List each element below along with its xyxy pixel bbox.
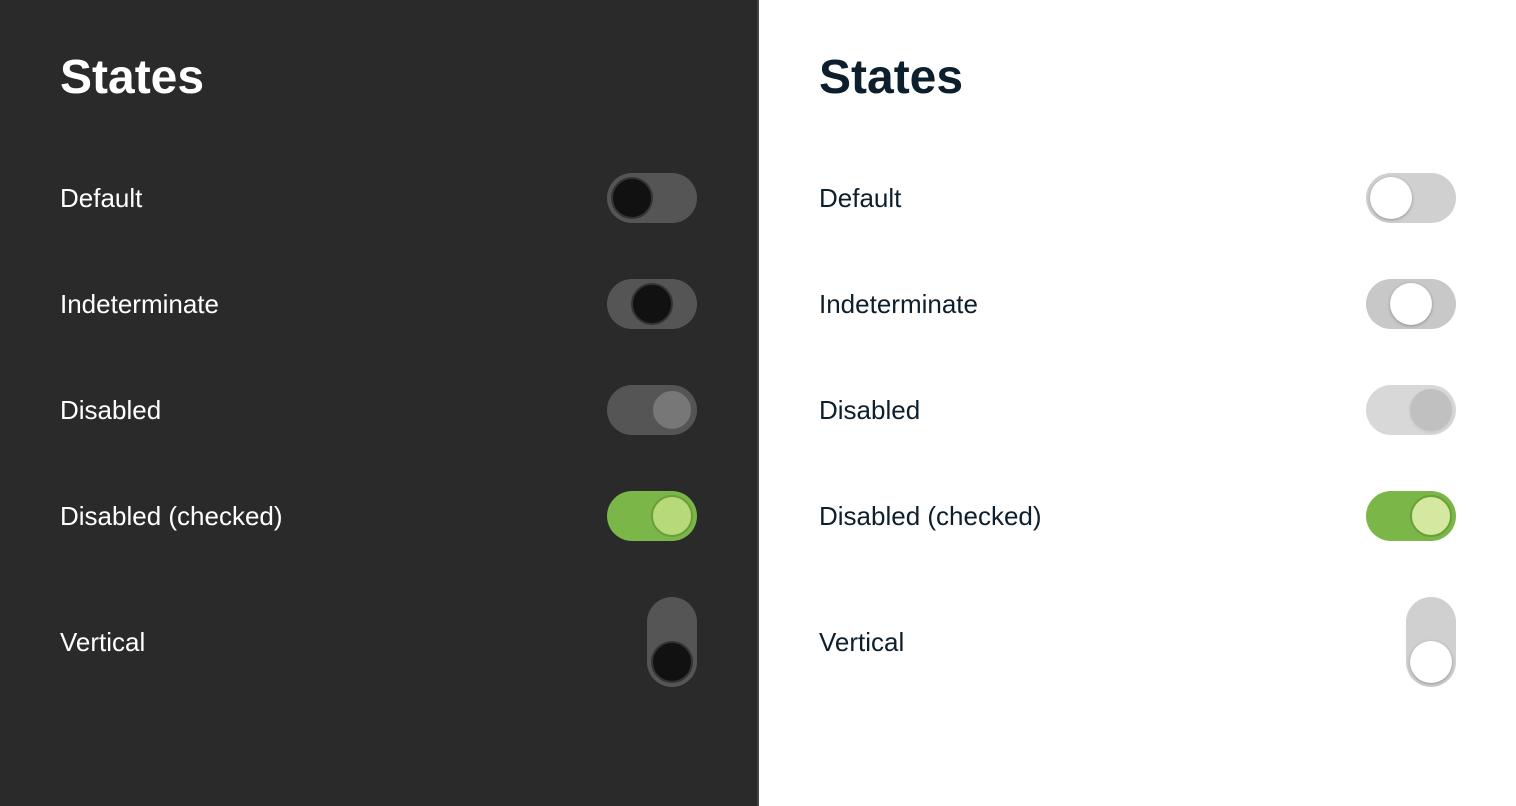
light-disabled-checked-toggle-wrapper (1336, 491, 1456, 541)
light-disabled-checked-label: Disabled (checked) (819, 501, 1042, 532)
dark-vertical-toggle-wrapper (577, 597, 697, 687)
light-disabled-checked-thumb (1410, 495, 1452, 537)
light-indeterminate-track (1366, 279, 1456, 329)
light-indeterminate-thumb (1390, 283, 1432, 325)
dark-disabled-checked-label: Disabled (checked) (60, 501, 283, 532)
dark-vertical-label: Vertical (60, 627, 145, 658)
light-indeterminate-label: Indeterminate (819, 289, 978, 320)
dark-indeterminate-toggle-wrapper (577, 279, 697, 329)
light-disabled-checked-row: Disabled (checked) (819, 463, 1456, 569)
dark-disabled-checked-row: Disabled (checked) (60, 463, 697, 569)
dark-disabled-thumb (651, 389, 693, 431)
light-disabled-track (1366, 385, 1456, 435)
light-indeterminate-toggle-wrapper (1336, 279, 1456, 329)
dark-indeterminate-label: Indeterminate (60, 289, 219, 320)
dark-disabled-toggle-wrapper (577, 385, 697, 435)
light-indeterminate-row: Indeterminate (819, 251, 1456, 357)
dark-disabled-toggle (607, 385, 697, 435)
light-vertical-row: Vertical (819, 569, 1456, 715)
dark-panel: States Default Indeterminate Disabled (0, 0, 757, 806)
light-disabled-toggle (1366, 385, 1456, 435)
dark-disabled-checked-track (607, 491, 697, 541)
light-default-toggle[interactable] (1366, 173, 1456, 223)
light-vertical-track (1406, 597, 1456, 687)
light-disabled-thumb (1410, 389, 1452, 431)
dark-indeterminate-track (607, 279, 697, 329)
dark-disabled-checked-toggle-wrapper (577, 491, 697, 541)
light-default-row: Default (819, 145, 1456, 251)
dark-indeterminate-row: Indeterminate (60, 251, 697, 357)
light-vertical-label: Vertical (819, 627, 904, 658)
dark-default-track (607, 173, 697, 223)
dark-disabled-checked-thumb (651, 495, 693, 537)
dark-disabled-row: Disabled (60, 357, 697, 463)
light-disabled-row: Disabled (819, 357, 1456, 463)
light-disabled-checked-toggle (1366, 491, 1456, 541)
light-default-toggle-wrapper (1336, 173, 1456, 223)
dark-panel-title: States (60, 50, 697, 105)
dark-default-thumb (611, 177, 653, 219)
light-default-thumb (1370, 177, 1412, 219)
dark-disabled-track (607, 385, 697, 435)
light-vertical-thumb (1410, 641, 1452, 683)
dark-default-toggle[interactable] (607, 173, 697, 223)
dark-disabled-checked-toggle (607, 491, 697, 541)
light-vertical-toggle[interactable] (1406, 597, 1456, 687)
dark-vertical-row: Vertical (60, 569, 697, 715)
dark-vertical-thumb (651, 641, 693, 683)
light-disabled-toggle-wrapper (1336, 385, 1456, 435)
dark-indeterminate-thumb (631, 283, 673, 325)
dark-default-row: Default (60, 145, 697, 251)
light-default-label: Default (819, 183, 901, 214)
dark-disabled-label: Disabled (60, 395, 161, 426)
light-indeterminate-toggle[interactable] (1366, 279, 1456, 329)
light-disabled-label: Disabled (819, 395, 920, 426)
light-panel-title: States (819, 50, 1456, 105)
light-panel: States Default Indeterminate Disabled (759, 0, 1516, 806)
dark-vertical-track (647, 597, 697, 687)
light-vertical-toggle-wrapper (1336, 597, 1456, 687)
dark-indeterminate-toggle[interactable] (607, 279, 697, 329)
dark-vertical-toggle[interactable] (647, 597, 697, 687)
dark-default-toggle-wrapper (577, 173, 697, 223)
light-default-track (1366, 173, 1456, 223)
light-disabled-checked-track (1366, 491, 1456, 541)
dark-default-label: Default (60, 183, 142, 214)
